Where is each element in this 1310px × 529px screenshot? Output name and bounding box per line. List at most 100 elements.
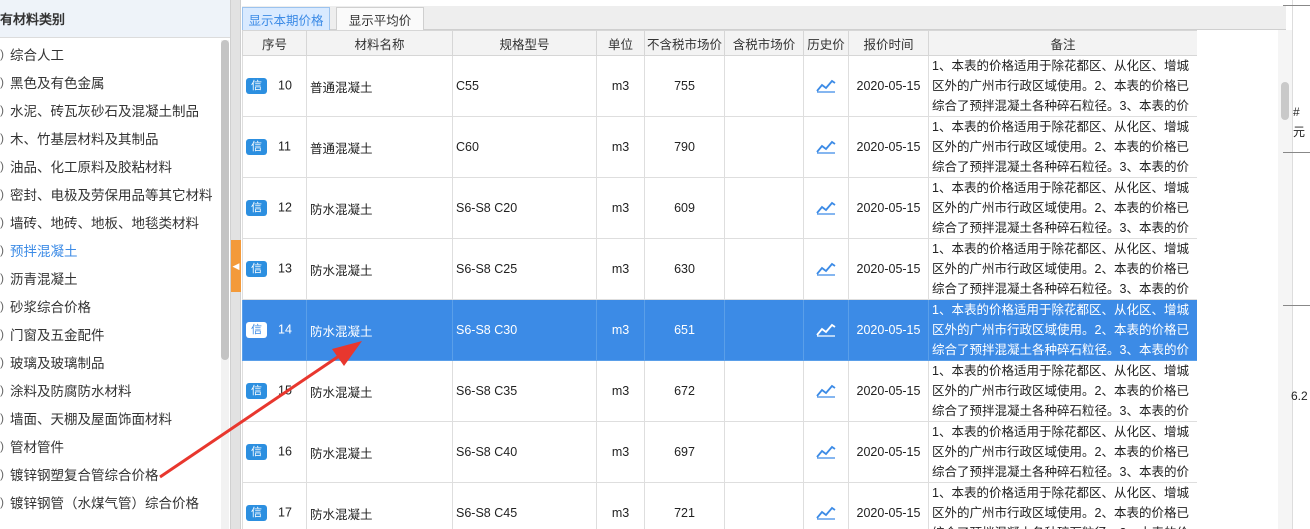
header-price-incl-tax[interactable]: 含税市场价 xyxy=(724,30,804,56)
sidebar-scrollbar[interactable] xyxy=(221,40,229,529)
table-scroll-thumb[interactable] xyxy=(1281,82,1289,120)
tree-node-icon: ) xyxy=(0,271,4,285)
spec-cell: C60 xyxy=(452,116,597,178)
price-incl-tax-cell[interactable] xyxy=(724,299,804,361)
trend-chart-icon[interactable] xyxy=(816,79,836,93)
header-seq[interactable]: 序号 xyxy=(242,30,307,56)
material-name-cell: 防水混凝土 xyxy=(306,482,453,529)
sidebar-item[interactable]: ) 油品、化工原料及胶粘材料 xyxy=(0,152,220,180)
sidebar-item[interactable]: ) 管材管件 xyxy=(0,432,220,460)
trend-chart-icon[interactable] xyxy=(816,384,836,398)
table-row[interactable]: 信 12 防水混凝土 S6-S8 C20 m3 609 2020-05-15 1、本表的价格适… xyxy=(242,177,1197,239)
price-incl-tax-cell[interactable] xyxy=(724,55,804,117)
material-name-cell: 防水混凝土 xyxy=(306,177,453,239)
info-badge-icon[interactable]: 信 xyxy=(246,200,267,216)
info-badge-icon[interactable]: 信 xyxy=(246,139,267,155)
tree-node-icon: ) xyxy=(0,47,4,61)
sidebar-item-label: 管材管件 xyxy=(10,440,64,455)
material-name-cell: 普通混凝土 xyxy=(306,55,453,117)
tab-average-price[interactable]: 显示平均价 xyxy=(336,7,424,30)
info-badge-icon[interactable]: 信 xyxy=(246,505,267,521)
background-text-hash: # xyxy=(1293,105,1300,119)
trend-chart-icon[interactable] xyxy=(816,262,836,276)
chevron-left-icon: ◀ xyxy=(232,260,240,271)
table-row[interactable]: 信 13 防水混凝土 S6-S8 C25 m3 630 2020-05-15 1、本表的价格适… xyxy=(242,238,1197,300)
sidebar-item[interactable]: ) 墙面、天棚及屋面饰面材料 xyxy=(0,404,220,432)
material-name-cell: 防水混凝土 xyxy=(306,238,453,300)
quote-date-cell: 2020-05-15 xyxy=(848,360,929,422)
quote-date-cell: 2020-05-15 xyxy=(848,177,929,239)
remark-text: 1、本表的价格适用于除花都区、从化区、增城区外的广州市行政区域使用。2、本表的价… xyxy=(932,242,1189,296)
sidebar-item[interactable]: ) 玻璃及玻璃制品 xyxy=(0,348,220,376)
remark-cell: 1、本表的价格适用于除花都区、从化区、增城区外的广州市行政区域使用。2、本表的价… xyxy=(928,177,1197,239)
collapse-sidebar-button[interactable]: ◀ xyxy=(231,240,241,292)
price-incl-tax-cell[interactable] xyxy=(724,482,804,529)
sidebar-item[interactable]: ) 密封、电极及劳保用品等其它材料 xyxy=(0,180,220,208)
header-unit[interactable]: 单位 xyxy=(596,30,645,56)
spec-cell: S6-S8 C40 xyxy=(452,421,597,483)
price-excl-tax-cell: 755 xyxy=(644,55,725,117)
table-vertical-scrollbar[interactable] xyxy=(1278,30,1292,529)
table-row[interactable]: 信 10 普通混凝土 C55 m3 755 2020-05-15 1、本表的价格适用于除花都区… xyxy=(242,55,1197,117)
sidebar-item-label: 油品、化工原料及胶粘材料 xyxy=(10,160,172,175)
price-incl-tax-cell[interactable] xyxy=(724,177,804,239)
tab-current-price[interactable]: 显示本期价格 xyxy=(242,7,330,30)
info-badge-icon[interactable]: 信 xyxy=(246,383,267,399)
header-quote-date[interactable]: 报价时间 xyxy=(848,30,929,56)
material-name-cell: 防水混凝土 xyxy=(306,360,453,422)
quote-date-cell: 2020-05-15 xyxy=(848,55,929,117)
table-row[interactable]: 信 16 防水混凝土 S6-S8 C40 m3 697 2020-05-15 1、本表的价格适… xyxy=(242,421,1197,483)
sidebar-item[interactable]: ) 预拌混凝土 xyxy=(0,236,220,264)
info-badge-icon[interactable]: 信 xyxy=(246,322,267,338)
sidebar-item[interactable]: ) 砂浆综合价格 xyxy=(0,292,220,320)
sidebar-item[interactable]: ) 门窗及五金配件 xyxy=(0,320,220,348)
spec-cell: S6-S8 C35 xyxy=(452,360,597,422)
material-price-table: 序号 材料名称 规格型号 单位 不含税市场价 含税市场价 历史价 报价时间 备注… xyxy=(242,30,1197,529)
sidebar-item[interactable]: ) 木、竹基层材料及其制品 xyxy=(0,124,220,152)
header-spec[interactable]: 规格型号 xyxy=(452,30,597,56)
trend-chart-icon[interactable] xyxy=(816,445,836,459)
header-material-name[interactable]: 材料名称 xyxy=(306,30,453,56)
tree-node-icon: ) xyxy=(0,439,4,453)
sidebar-title: 有材料类别 xyxy=(0,0,230,38)
category-list: ) 综合人工) 黑色及有色金属) 水泥、砖瓦灰砂石及混凝土制品) 木、竹基层材料及其制品… xyxy=(0,40,220,516)
sidebar-item[interactable]: ) 镀锌钢塑复合管综合价格 xyxy=(0,460,220,488)
price-incl-tax-cell[interactable] xyxy=(724,421,804,483)
sidebar-item[interactable]: ) 水泥、砖瓦灰砂石及混凝土制品 xyxy=(0,96,220,124)
table-row[interactable]: 信 11 普通混凝土 C60 m3 790 2020-05-15 1、本表的价格适用于除花都区… xyxy=(242,116,1197,178)
header-history[interactable]: 历史价 xyxy=(803,30,849,56)
table-header-row: 序号 材料名称 规格型号 单位 不含税市场价 含税市场价 历史价 报价时间 备注 xyxy=(242,30,1197,56)
price-incl-tax-cell[interactable] xyxy=(724,360,804,422)
trend-chart-icon[interactable] xyxy=(816,201,836,215)
remark-text: 1、本表的价格适用于除花都区、从化区、增城区外的广州市行政区域使用。2、本表的价… xyxy=(932,120,1189,174)
header-remark[interactable]: 备注 xyxy=(928,30,1197,56)
sidebar-item-label: 镀锌钢管（水煤气管）综合价格 xyxy=(10,496,199,511)
remark-cell: 1、本表的价格适用于除花都区、从化区、增城区外的广州市行政区域使用。2、本表的价… xyxy=(928,238,1197,300)
sidebar-item-label: 水泥、砖瓦灰砂石及混凝土制品 xyxy=(10,104,199,119)
sidebar-item[interactable]: ) 沥青混凝土 xyxy=(0,264,220,292)
table-row[interactable]: 信 15 防水混凝土 S6-S8 C35 m3 672 2020-05-15 1、本表的价格适… xyxy=(242,360,1197,422)
material-name-cell: 防水混凝土 xyxy=(306,299,453,361)
material-name-cell: 普通混凝土 xyxy=(306,116,453,178)
tree-node-icon: ) xyxy=(0,383,4,397)
sidebar-item[interactable]: ) 镀锌钢管（水煤气管）综合价格 xyxy=(0,488,220,516)
table-row[interactable]: 信 17 防水混凝土 S6-S8 C45 m3 721 2020-05-15 1、本表的价格适… xyxy=(242,482,1197,529)
sidebar-item[interactable]: ) 墙砖、地砖、地板、地毯类材料 xyxy=(0,208,220,236)
sidebar-item[interactable]: ) 综合人工 xyxy=(0,40,220,68)
table-row[interactable]: 信 14 防水混凝土 S6-S8 C30 m3 651 2020-05-15 1、本表的价格适… xyxy=(242,299,1197,361)
info-badge-icon[interactable]: 信 xyxy=(246,261,267,277)
sidebar-item[interactable]: ) 涂料及防腐防水材料 xyxy=(0,376,220,404)
tree-node-icon: ) xyxy=(0,215,4,229)
price-incl-tax-cell[interactable] xyxy=(724,116,804,178)
info-badge-icon[interactable]: 信 xyxy=(246,444,267,460)
sidebar-scroll-thumb[interactable] xyxy=(221,40,229,360)
trend-chart-icon[interactable] xyxy=(816,140,836,154)
background-divider xyxy=(1283,5,1310,6)
header-price-excl-tax[interactable]: 不含税市场价 xyxy=(644,30,725,56)
trend-chart-icon[interactable] xyxy=(816,323,836,337)
price-incl-tax-cell[interactable] xyxy=(724,238,804,300)
sidebar-item-label: 镀锌钢塑复合管综合价格 xyxy=(10,468,159,483)
trend-chart-icon[interactable] xyxy=(816,506,836,520)
info-badge-icon[interactable]: 信 xyxy=(246,78,267,94)
sidebar-item[interactable]: ) 黑色及有色金属 xyxy=(0,68,220,96)
